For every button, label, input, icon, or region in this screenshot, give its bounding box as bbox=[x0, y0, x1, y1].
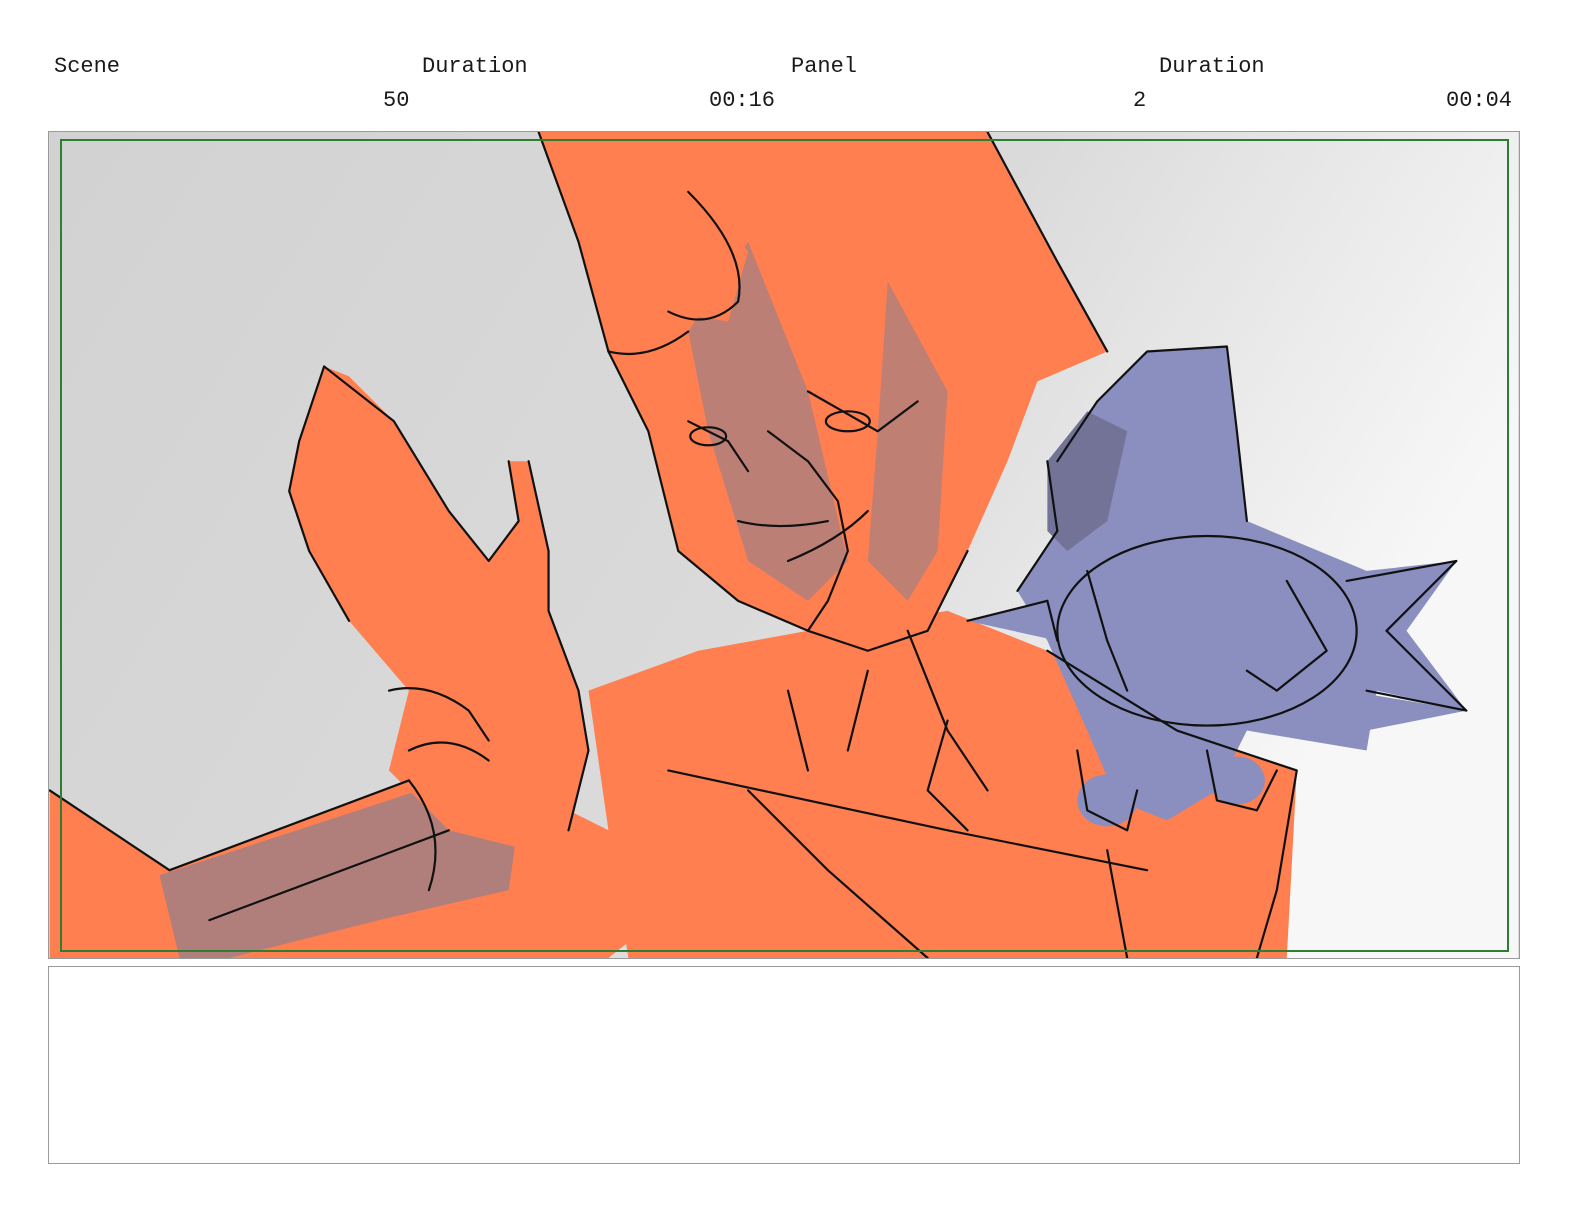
panel-label: Panel bbox=[791, 54, 858, 79]
panel-number: 2 bbox=[1133, 88, 1147, 113]
storyboard-panel bbox=[48, 131, 1520, 959]
panel-notes-box[interactable] bbox=[48, 966, 1520, 1164]
panel-drawing bbox=[49, 132, 1519, 958]
panel-duration-value: 00:04 bbox=[1446, 88, 1513, 113]
scene-duration-value: 00:16 bbox=[709, 88, 776, 113]
scene-duration-label: Duration bbox=[422, 54, 528, 79]
scene-number: 50 bbox=[383, 88, 410, 113]
panel-duration-label: Duration bbox=[1159, 54, 1265, 79]
panel-notes-text bbox=[49, 967, 1519, 991]
scene-label: Scene bbox=[54, 54, 121, 79]
creature-head bbox=[1057, 536, 1357, 726]
